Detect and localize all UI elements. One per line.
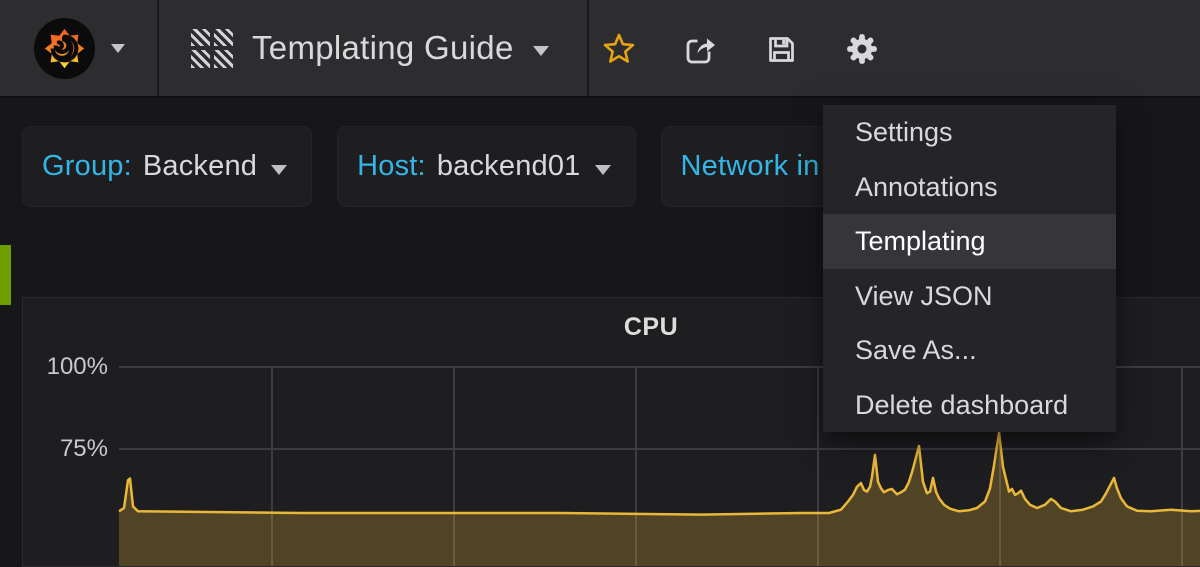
share-button[interactable] xyxy=(683,32,717,66)
settings-button[interactable] xyxy=(845,32,879,66)
page-title: Templating Guide xyxy=(252,29,514,67)
navbar: Templating Guide xyxy=(0,0,1200,98)
dashboard-title-button[interactable]: Templating Guide xyxy=(157,0,589,96)
settings-menu-item[interactable]: Templating xyxy=(823,214,1116,269)
logo-dropdown-caret-icon xyxy=(111,44,125,53)
settings-menu-item[interactable]: Settings xyxy=(823,105,1116,160)
settings-menu-item[interactable]: Annotations xyxy=(823,160,1116,215)
share-icon xyxy=(683,32,717,66)
star-icon xyxy=(602,32,636,66)
variable-label: Network in xyxy=(681,150,820,183)
settings-menu: SettingsAnnotationsTemplatingView JSONSa… xyxy=(823,105,1116,432)
gear-icon xyxy=(845,32,879,66)
settings-menu-item[interactable]: View JSON xyxy=(823,269,1116,324)
row-collapse-handle[interactable] xyxy=(0,245,11,305)
variable-caret-icon xyxy=(595,165,611,175)
variable-dropdown[interactable]: Host: backend01 xyxy=(337,126,635,207)
variable-label: Group: xyxy=(42,150,132,183)
variable-dropdown[interactable]: Group: Backend xyxy=(22,126,312,207)
grafana-logo-button[interactable] xyxy=(0,0,157,96)
navbar-actions xyxy=(602,0,879,98)
star-button[interactable] xyxy=(602,32,636,66)
y-axis-tick-label: 100% xyxy=(23,353,108,381)
save-button[interactable] xyxy=(764,32,798,66)
settings-menu-item[interactable]: Delete dashboard xyxy=(823,378,1116,433)
variable-label: Host: xyxy=(357,150,426,183)
title-dropdown-caret-icon xyxy=(533,46,549,56)
grafana-logo-icon xyxy=(33,17,96,80)
settings-menu-item[interactable]: Save As... xyxy=(823,323,1116,378)
variable-caret-icon xyxy=(271,165,287,175)
save-icon xyxy=(764,32,798,66)
variable-value: Backend xyxy=(143,150,257,183)
y-axis-tick-label: 75% xyxy=(23,435,108,463)
dashboard-grid-icon xyxy=(191,29,233,68)
variable-value: backend01 xyxy=(437,150,581,183)
